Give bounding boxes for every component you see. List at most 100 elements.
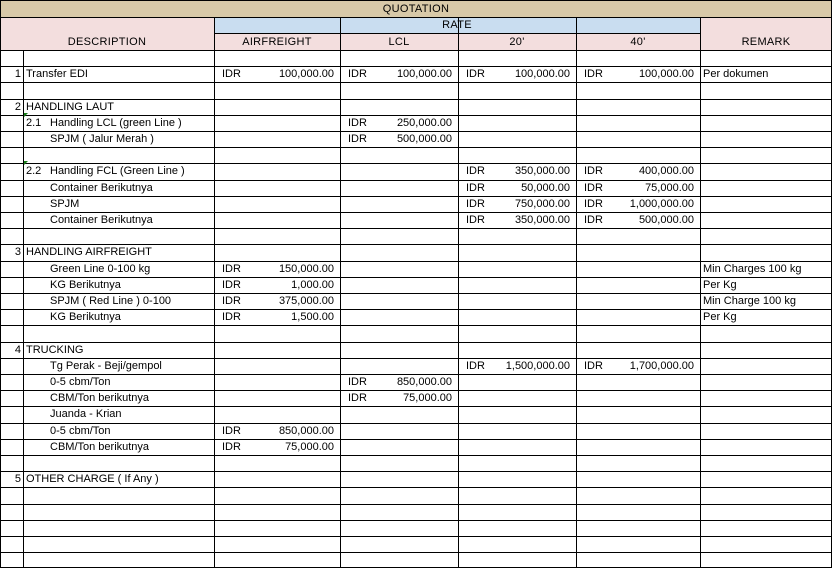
column-header-airfreight: AIRFREIGHT <box>242 36 312 48</box>
rate-amount: 500,000.00 <box>638 214 694 226</box>
rate-amount: 50,000.00 <box>521 182 570 194</box>
row-description: Tg Perak - Beji/gempol <box>50 360 162 372</box>
rate-amount: 100,000.00 <box>278 68 334 80</box>
row-description: Green Line 0-100 kg <box>50 263 151 275</box>
column-header-40ft: 40' <box>630 36 646 48</box>
rate-amount: 1,700,000.00 <box>629 360 694 372</box>
rate-currency: IDR <box>222 263 241 275</box>
rate-amount: 1,000.00 <box>291 279 334 291</box>
row-description: OTHER CHARGE ( If Any ) <box>26 473 159 485</box>
row-remark: Min Charge 100 kg <box>703 295 796 307</box>
comment-marker-icon <box>24 113 28 117</box>
column-header-remark: REMARK <box>741 36 791 48</box>
rate-currency: IDR <box>466 182 485 194</box>
rate-currency: IDR <box>222 295 241 307</box>
rate-currency: IDR <box>584 68 603 80</box>
rate-amount: 75,000.00 <box>403 392 452 404</box>
rate-amount: 850,000.00 <box>396 376 452 388</box>
grid-hline <box>0 455 832 456</box>
rate-currency: IDR <box>222 441 241 453</box>
quotation-sheet: QUOTATION RATE DESCRIPTION AIRFREIGHT LC… <box>0 0 832 568</box>
rate-currency: IDR <box>348 376 367 388</box>
rate-amount: 100,000.00 <box>396 68 452 80</box>
row-description: CBM/Ton berikutnya <box>50 441 150 453</box>
column-header-20ft: 20' <box>509 36 525 48</box>
row-number: 5 <box>14 473 21 485</box>
row-number: 3 <box>14 246 21 258</box>
row-description: SPJM ( Red Line ) 0-100 <box>50 295 172 307</box>
row-number: 1 <box>14 68 21 80</box>
row-number: 4 <box>14 344 21 356</box>
rate-amount: 1,000,000.00 <box>629 198 694 210</box>
row-description: Container Berikutnya <box>50 214 153 226</box>
rate-amount: 750,000.00 <box>514 198 570 210</box>
grid-hline <box>0 552 832 553</box>
row-description: KG Berikutnya <box>50 311 121 323</box>
row-description: Container Berikutnya <box>50 182 153 194</box>
rate-currency: IDR <box>348 133 367 145</box>
rate-currency: IDR <box>222 425 241 437</box>
row-description: Handling LCL (green Line ) <box>50 117 182 129</box>
row-remark: Per dokumen <box>703 68 769 80</box>
grid-hline <box>0 487 832 488</box>
rate-currency: IDR <box>348 68 367 80</box>
grid-hline <box>0 147 832 148</box>
row-description: HANDLING LAUT <box>26 101 115 113</box>
rate-currency: IDR <box>466 198 485 210</box>
rate-amount: 350,000.00 <box>514 214 570 226</box>
row-remark: Per Kg <box>703 311 737 323</box>
row-code: 2.2 <box>26 165 42 177</box>
rate-currency: IDR <box>584 165 603 177</box>
row-description: 0-5 cbm/Ton <box>50 376 111 388</box>
rate-currency: IDR <box>584 360 603 372</box>
row-description: TRUCKING <box>26 344 84 356</box>
comment-marker-icon <box>24 161 28 165</box>
rate-amount: 400,000.00 <box>638 165 694 177</box>
rate-currency: IDR <box>348 392 367 404</box>
grid-hline <box>0 17 832 18</box>
rate-currency: IDR <box>222 311 241 323</box>
row-description: 0-5 cbm/Ton <box>50 425 111 437</box>
grid-hline <box>0 228 832 229</box>
row-description: SPJM <box>50 198 80 210</box>
rate-header: RATE <box>442 19 472 31</box>
rate-amount: 100,000.00 <box>514 68 570 80</box>
rate-amount: 1,500.00 <box>291 311 334 323</box>
row-description: CBM/Ton berikutnya <box>50 392 150 404</box>
row-remark: Min Charges 100 kg <box>703 263 802 275</box>
column-header-lcl: LCL <box>388 36 410 48</box>
row-description: Juanda - Krian <box>50 408 122 420</box>
row-remark: Per Kg <box>703 279 737 291</box>
grid-hline <box>214 33 700 34</box>
rate-currency: IDR <box>466 214 485 226</box>
grid-hline <box>0 50 832 51</box>
row-description: Transfer EDI <box>26 68 88 80</box>
rate-amount: 375,000.00 <box>278 295 334 307</box>
grid-hline <box>0 325 832 326</box>
rate-amount: 100,000.00 <box>638 68 694 80</box>
grid-hline <box>0 82 832 83</box>
rate-currency: IDR <box>584 198 603 210</box>
rate-currency: IDR <box>466 165 485 177</box>
row-description: Handling FCL (Green Line ) <box>50 165 185 177</box>
row-description: KG Berikutnya <box>50 279 121 291</box>
rate-currency: IDR <box>348 117 367 129</box>
rate-currency: IDR <box>222 68 241 80</box>
grid-hline <box>0 536 832 537</box>
row-code: 2.1 <box>26 117 42 129</box>
rate-amount: 75,000.00 <box>285 441 334 453</box>
rate-amount: 1,500,000.00 <box>505 360 570 372</box>
row-description: SPJM ( Jalur Merah ) <box>50 133 154 145</box>
rate-amount: 850,000.00 <box>278 425 334 437</box>
rate-currency: IDR <box>584 214 603 226</box>
rate-currency: IDR <box>466 360 485 372</box>
rate-currency: IDR <box>584 182 603 194</box>
rate-currency: IDR <box>466 68 485 80</box>
grid-hline <box>0 520 832 521</box>
column-header-description: DESCRIPTION <box>67 36 147 48</box>
rate-amount: 75,000.00 <box>645 182 694 194</box>
row-number: 2 <box>14 101 21 113</box>
quotation-title: QUOTATION <box>382 3 450 15</box>
rate-amount: 250,000.00 <box>396 117 452 129</box>
grid-hline <box>0 0 832 1</box>
